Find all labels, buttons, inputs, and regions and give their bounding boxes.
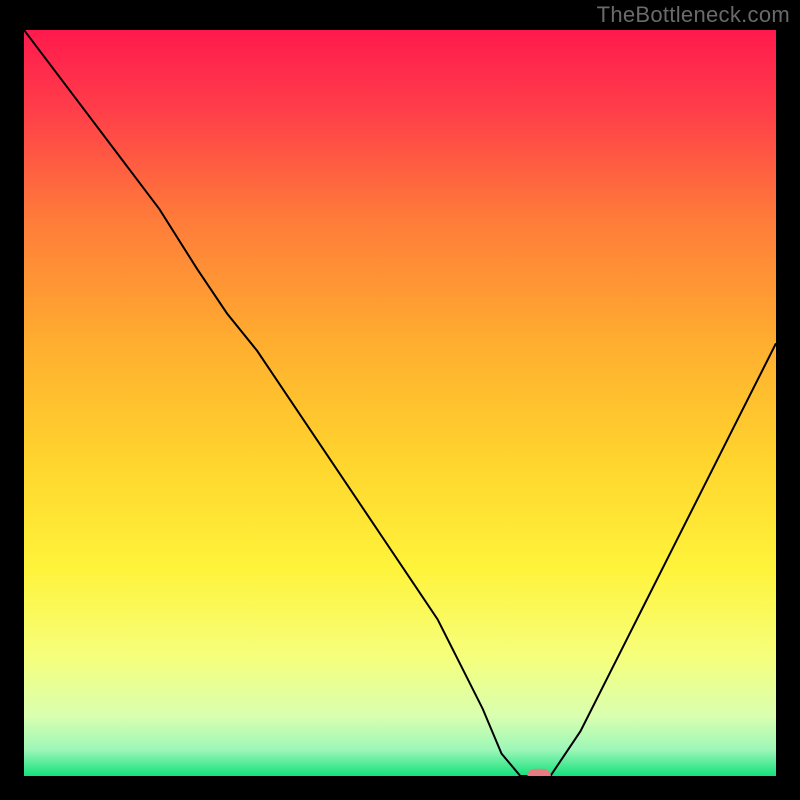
watermark-text: TheBottleneck.com — [597, 2, 790, 28]
gradient-background — [24, 30, 776, 776]
bottleneck-chart — [24, 30, 776, 776]
chart-frame: TheBottleneck.com — [0, 0, 800, 800]
plot-area — [24, 30, 776, 776]
